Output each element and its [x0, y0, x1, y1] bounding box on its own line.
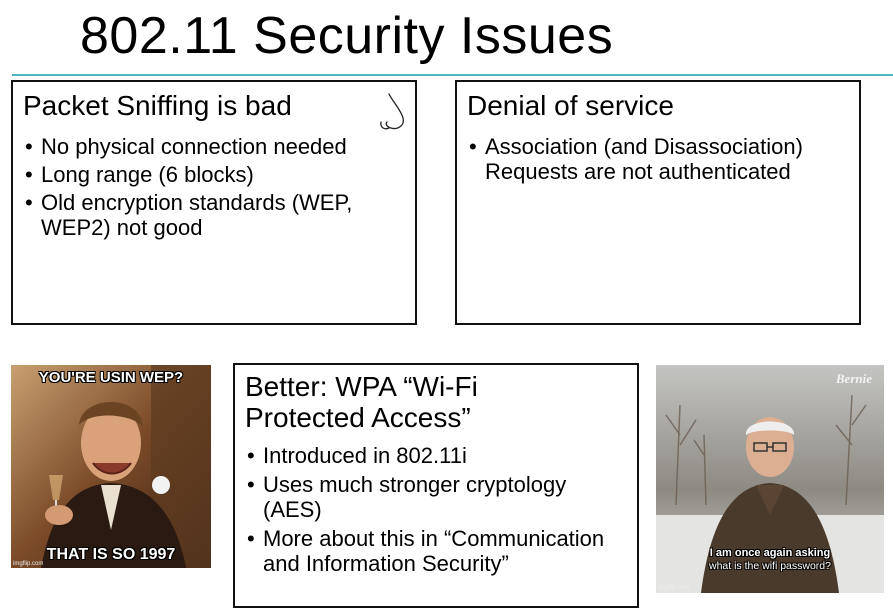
list-item: No physical connection needed — [23, 134, 405, 159]
list-item: Old encryption standards (WEP, WEP2) not… — [23, 190, 405, 240]
meme-watermark: imgflip.com — [13, 561, 44, 567]
denial-of-service-box: Denial of service Association (and Disas… — [455, 80, 861, 325]
meme-bernie-wifi: Bernie I am once again asking what is th… — [656, 365, 884, 593]
wpa-list: Introduced in 802.11i Uses much stronger… — [245, 443, 627, 576]
meme-caption-line-2: what is the wifi password? — [709, 560, 831, 572]
meme-caption-line-1: I am once again asking — [709, 547, 831, 559]
packet-sniffing-list: No physical connection needed Long range… — [23, 134, 405, 240]
packet-sniffing-box: Packet Sniffing is bad No physical conne… — [11, 80, 417, 325]
meme-leo-wep: YOU'RE USIN WEP? THAT IS SO 1997 imgflip… — [11, 365, 211, 568]
meme-top-caption: YOU'RE USIN WEP? — [38, 369, 184, 386]
denial-of-service-heading: Denial of service — [467, 90, 674, 121]
packet-sniffing-heading: Packet Sniffing is bad — [23, 90, 292, 121]
laughing-man-image — [11, 365, 211, 568]
list-item: Long range (6 blocks) — [23, 162, 405, 187]
title-rule — [12, 74, 893, 76]
slide-title: 802.11 Security Issues — [80, 7, 614, 65]
wpa-heading: Better: WPA “Wi-Fi Protected Access” — [245, 371, 478, 433]
list-item: More about this in “Communication and In… — [245, 526, 627, 576]
list-item: Uses much stronger cryptology (AES) — [245, 472, 627, 522]
denial-of-service-list: Association (and Disassociation) Request… — [467, 134, 849, 184]
bernie-logo: Bernie — [835, 371, 872, 386]
nose-doodle-icon — [380, 93, 404, 130]
wpa-box: Better: WPA “Wi-Fi Protected Access” Int… — [233, 363, 639, 608]
list-item: Introduced in 802.11i — [245, 443, 627, 468]
meme-watermark: imgflip.com — [659, 585, 690, 591]
list-item: Association (and Disassociation) Request… — [467, 134, 849, 184]
